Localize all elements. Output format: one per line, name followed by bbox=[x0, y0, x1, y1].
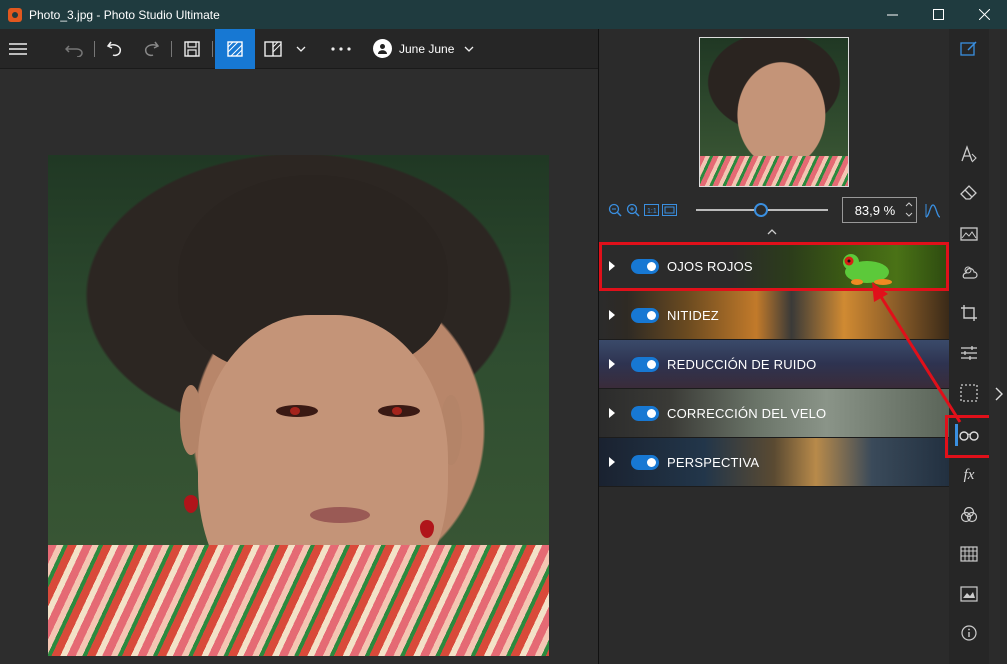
effects-button[interactable]: fx bbox=[957, 463, 981, 487]
chevron-up-icon bbox=[767, 229, 777, 235]
undo-button[interactable] bbox=[97, 29, 133, 69]
minimize-button[interactable] bbox=[869, 0, 915, 29]
expand-arrow-icon[interactable] bbox=[609, 310, 615, 320]
eraser-button[interactable] bbox=[957, 181, 981, 205]
edit-button[interactable] bbox=[957, 37, 981, 61]
expand-arrow-icon[interactable] bbox=[609, 359, 615, 369]
histogram-icon bbox=[925, 204, 941, 218]
chevron-down-icon bbox=[464, 46, 474, 52]
maximize-button[interactable] bbox=[915, 0, 961, 29]
chevron-up-icon[interactable] bbox=[905, 202, 913, 207]
user-name: June June bbox=[399, 41, 455, 56]
effect-perspective[interactable]: PERSPECTIVA bbox=[599, 438, 949, 487]
navigator-thumbnail[interactable] bbox=[699, 37, 849, 187]
view-dropdown-button[interactable] bbox=[291, 29, 311, 69]
save-icon bbox=[184, 40, 200, 57]
user-avatar-icon bbox=[373, 39, 392, 58]
close-icon bbox=[978, 9, 990, 20]
chevron-down-icon bbox=[296, 46, 306, 52]
zoom-in-icon bbox=[627, 203, 640, 217]
weather-icon bbox=[962, 266, 978, 279]
info-icon bbox=[961, 625, 977, 641]
zoom-out-icon bbox=[608, 203, 622, 217]
chevron-right-icon bbox=[995, 387, 1003, 401]
save-button[interactable] bbox=[174, 29, 210, 69]
histogram-button[interactable] bbox=[925, 202, 941, 219]
effect-label: REDUCCIÓN DE RUIDO bbox=[667, 356, 817, 372]
zoom-input[interactable]: 83,9 % bbox=[841, 197, 917, 223]
zoom-slider-knob[interactable] bbox=[753, 203, 768, 217]
user-menu[interactable]: June June bbox=[373, 39, 474, 58]
effect-label: CORRECCIÓN DEL VELO bbox=[667, 405, 827, 421]
split-view-button[interactable] bbox=[255, 29, 291, 69]
window-title: Photo_3.jpg - Photo Studio Ultimate bbox=[29, 7, 220, 22]
toolbar-separator bbox=[212, 40, 213, 57]
redo-button[interactable] bbox=[133, 29, 169, 69]
zoom-out-button[interactable] bbox=[607, 202, 623, 219]
effect-toggle[interactable] bbox=[631, 454, 659, 470]
effect-label: OJOS ROJOS bbox=[667, 258, 753, 274]
redo-icon bbox=[144, 41, 160, 56]
expand-arrow-icon[interactable] bbox=[609, 457, 615, 467]
glasses-icon bbox=[959, 431, 979, 441]
eraser-icon bbox=[960, 185, 977, 200]
zoom-value: 83,9 % bbox=[854, 202, 896, 218]
split-view-icon bbox=[264, 40, 282, 57]
panorama-button[interactable] bbox=[957, 222, 981, 246]
zoom-controls: 1:1 83,9 % bbox=[607, 197, 943, 223]
color-mix-button[interactable] bbox=[957, 503, 981, 527]
app-logo-icon bbox=[8, 7, 22, 22]
svg-text:1:1: 1:1 bbox=[647, 208, 657, 215]
fit-screen-icon bbox=[662, 204, 678, 216]
expand-arrow-icon[interactable] bbox=[609, 408, 615, 418]
image-icon bbox=[960, 586, 978, 602]
edit-icon bbox=[960, 41, 977, 56]
undo-all-button[interactable] bbox=[56, 29, 92, 69]
text-icon bbox=[961, 145, 977, 163]
main-photo[interactable] bbox=[48, 155, 549, 656]
zoom-fit-button[interactable] bbox=[662, 202, 678, 219]
image-canvas[interactable] bbox=[0, 69, 598, 664]
main-toolbar: June June bbox=[0, 28, 598, 69]
toolbar-separator bbox=[94, 40, 95, 57]
toolbar-separator bbox=[171, 40, 172, 57]
actual-size-icon: 1:1 bbox=[644, 204, 660, 216]
maximize-icon bbox=[932, 9, 944, 20]
mosaic-button[interactable] bbox=[957, 542, 981, 566]
color-mix-icon bbox=[960, 506, 978, 523]
more-icon bbox=[331, 46, 351, 51]
annotation-arrow bbox=[872, 282, 962, 423]
panorama-icon bbox=[960, 227, 978, 241]
expand-arrow-icon[interactable] bbox=[609, 261, 615, 271]
minimize-icon bbox=[886, 14, 898, 16]
effect-toggle[interactable] bbox=[631, 258, 659, 274]
zoom-in-button[interactable] bbox=[625, 202, 641, 219]
more-button[interactable] bbox=[323, 29, 359, 69]
collapse-navigator-button[interactable] bbox=[767, 227, 777, 238]
image-button[interactable] bbox=[957, 582, 981, 606]
effect-toggle[interactable] bbox=[631, 405, 659, 421]
zoom-slider[interactable] bbox=[695, 203, 828, 217]
undo-icon bbox=[106, 41, 122, 56]
menu-icon bbox=[9, 42, 27, 55]
effect-toggle[interactable] bbox=[631, 307, 659, 323]
grid-icon bbox=[960, 546, 978, 562]
menu-button[interactable] bbox=[0, 29, 36, 69]
zoom-stepper[interactable] bbox=[905, 200, 913, 220]
effect-label: PERSPECTIVA bbox=[667, 454, 760, 470]
text-tool-button[interactable] bbox=[957, 142, 981, 166]
close-button[interactable] bbox=[961, 0, 1007, 29]
effect-toggle[interactable] bbox=[631, 356, 659, 372]
effect-label: NITIDEZ bbox=[667, 307, 719, 323]
zoom-actual-size-button[interactable]: 1:1 bbox=[643, 202, 660, 219]
single-view-button[interactable] bbox=[215, 28, 255, 69]
single-view-icon bbox=[227, 40, 243, 57]
sidebar-expander[interactable] bbox=[989, 29, 1007, 664]
title-bar: Photo_3.jpg - Photo Studio Ultimate bbox=[0, 0, 1007, 29]
fx-icon: fx bbox=[963, 466, 975, 483]
info-button[interactable] bbox=[957, 621, 981, 645]
undo-all-icon bbox=[65, 44, 83, 57]
chevron-down-icon[interactable] bbox=[905, 212, 913, 217]
